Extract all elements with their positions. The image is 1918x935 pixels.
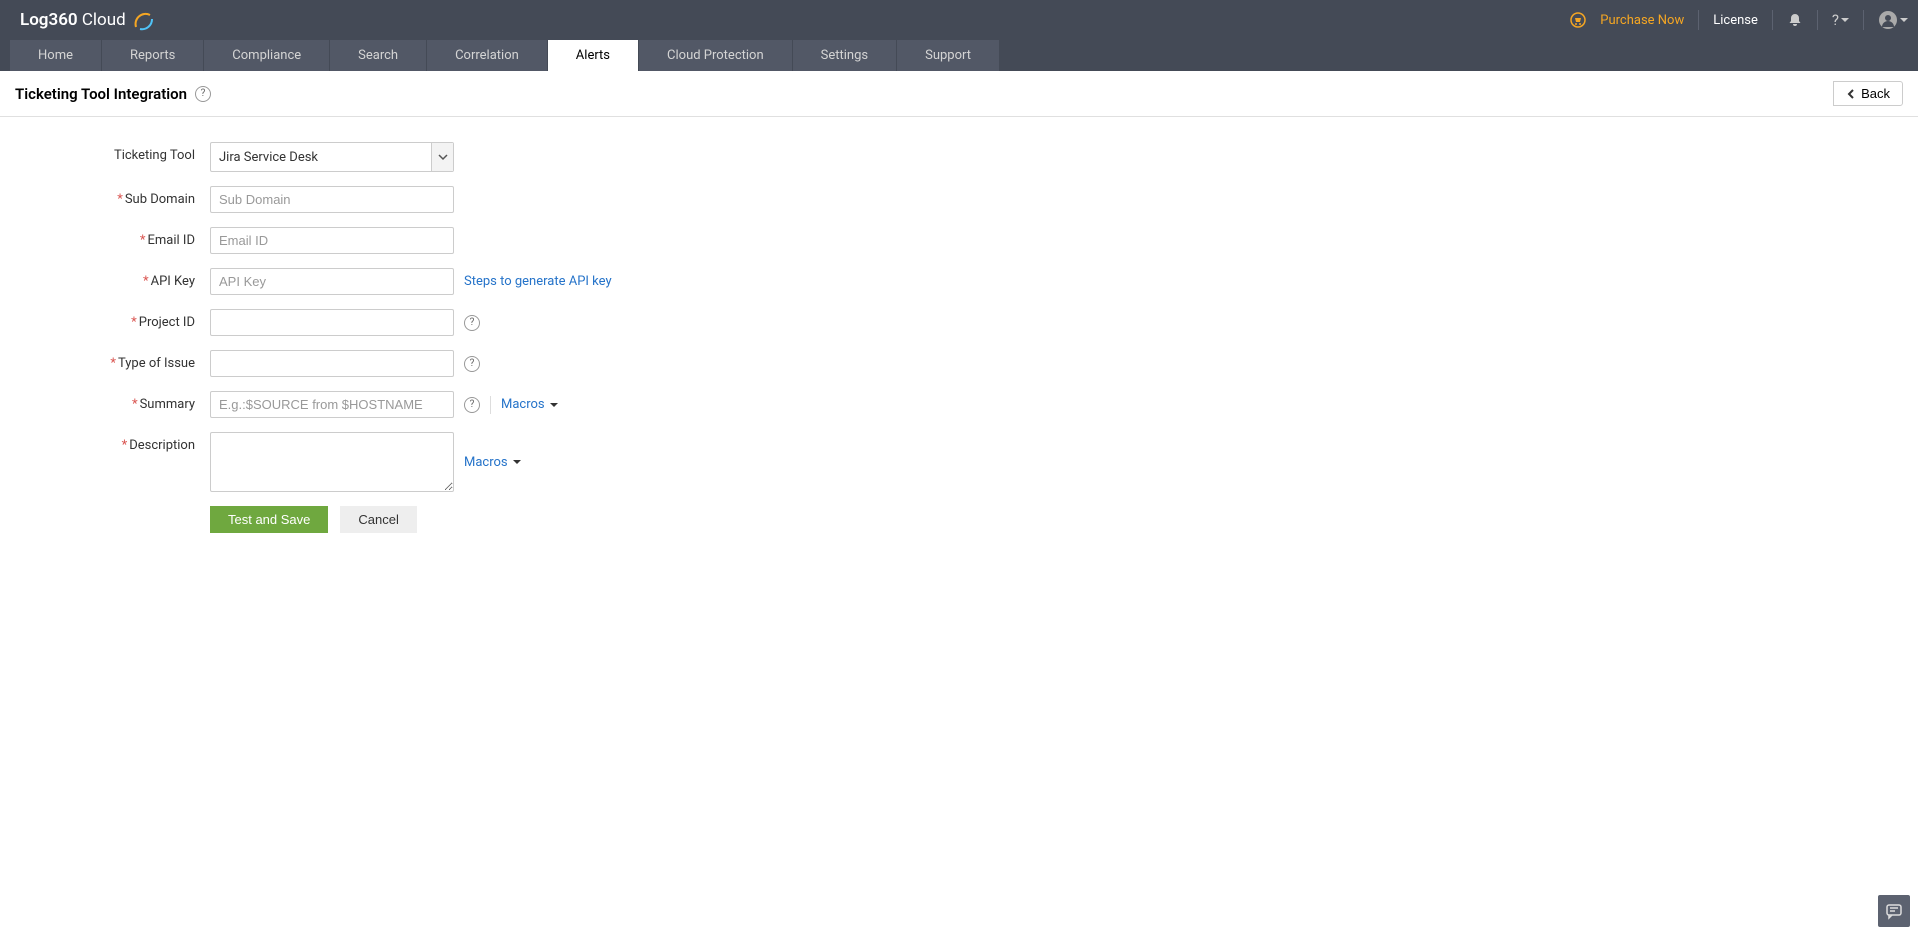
chat-icon xyxy=(1885,902,1903,920)
tab-search[interactable]: Search xyxy=(330,40,426,71)
row-api-key: *API Key Steps to generate API key xyxy=(15,268,1903,295)
back-label: Back xyxy=(1861,86,1890,101)
tab-support[interactable]: Support xyxy=(897,40,999,71)
cancel-button[interactable]: Cancel xyxy=(340,506,416,533)
row-sub-domain: *Sub Domain xyxy=(15,186,1903,213)
api-key-help-link[interactable]: Steps to generate API key xyxy=(464,274,612,289)
help-icon[interactable]: ? xyxy=(464,356,480,372)
macros-link-summary[interactable]: Macros xyxy=(501,397,558,412)
tab-correlation[interactable]: Correlation xyxy=(427,40,547,71)
logo-area: Log360 Cloud xyxy=(20,9,154,31)
label-issue-type: *Type of Issue xyxy=(15,350,210,371)
label-description: *Description xyxy=(15,432,210,453)
header-right: Purchase Now License ? xyxy=(1570,10,1908,30)
label-ticketing-tool: Ticketing Tool xyxy=(15,142,210,163)
label-email: *Email ID xyxy=(15,227,210,248)
back-button[interactable]: Back xyxy=(1833,81,1903,106)
user-menu[interactable] xyxy=(1878,10,1908,30)
help-icon[interactable]: ? xyxy=(195,86,211,102)
label-sub-domain: *Sub Domain xyxy=(15,186,210,207)
divider xyxy=(1863,10,1864,30)
tab-home[interactable]: Home xyxy=(10,40,101,71)
help-icon[interactable]: ? xyxy=(464,315,480,331)
row-description: *Description Macros xyxy=(15,432,1903,492)
help-icon[interactable]: ? xyxy=(464,397,480,413)
api-key-input[interactable] xyxy=(210,268,454,295)
help-menu[interactable]: ? xyxy=(1832,11,1849,29)
purchase-link[interactable]: Purchase Now xyxy=(1600,13,1684,28)
logo-arc-icon xyxy=(132,9,154,31)
test-save-button[interactable]: Test and Save xyxy=(210,506,328,533)
main-nav: Home Reports Compliance Search Correlati… xyxy=(0,40,1918,71)
ticketing-tool-select[interactable]: Jira Service Desk xyxy=(210,142,454,172)
license-link[interactable]: License xyxy=(1713,13,1758,28)
separator xyxy=(490,396,491,414)
project-id-input[interactable] xyxy=(210,309,454,336)
row-ticketing-tool: Ticketing Tool Jira Service Desk xyxy=(15,142,1903,172)
page-header: Ticketing Tool Integration ? Back xyxy=(0,71,1918,117)
row-issue-type: *Type of Issue ? xyxy=(15,350,1903,377)
top-header: Log360 Cloud Purchase Now License ? xyxy=(0,0,1918,40)
chat-button[interactable] xyxy=(1878,895,1910,927)
label-project-id: *Project ID xyxy=(15,309,210,330)
tab-settings[interactable]: Settings xyxy=(793,40,896,71)
form-area: Ticketing Tool Jira Service Desk *Sub Do… xyxy=(0,117,1918,558)
divider xyxy=(1817,10,1818,30)
row-project-id: *Project ID ? xyxy=(15,309,1903,336)
tab-reports[interactable]: Reports xyxy=(102,40,203,71)
logo-text: Log360 Cloud xyxy=(20,10,126,30)
chevron-down-icon xyxy=(431,143,453,171)
page-title-area: Ticketing Tool Integration ? xyxy=(15,85,211,103)
caret-down-icon xyxy=(550,401,558,409)
email-input[interactable] xyxy=(210,227,454,254)
row-email: *Email ID xyxy=(15,227,1903,254)
divider xyxy=(1698,10,1699,30)
bell-icon[interactable] xyxy=(1787,12,1803,28)
select-value: Jira Service Desk xyxy=(211,144,326,171)
tab-compliance[interactable]: Compliance xyxy=(204,40,329,71)
sub-domain-input[interactable] xyxy=(210,186,454,213)
page-title: Ticketing Tool Integration xyxy=(15,85,187,103)
caret-down-icon xyxy=(513,458,521,466)
label-api-key: *API Key xyxy=(15,268,210,289)
macros-link-description[interactable]: Macros xyxy=(464,455,521,470)
tab-cloud-protection[interactable]: Cloud Protection xyxy=(639,40,792,71)
divider xyxy=(1772,10,1773,30)
tab-alerts[interactable]: Alerts xyxy=(548,40,638,71)
chevron-left-icon xyxy=(1846,89,1856,99)
label-summary: *Summary xyxy=(15,391,210,412)
row-summary: *Summary ? Macros xyxy=(15,391,1903,418)
issue-type-input[interactable] xyxy=(210,350,454,377)
summary-input[interactable] xyxy=(210,391,454,418)
cart-icon[interactable] xyxy=(1570,12,1586,28)
description-textarea[interactable] xyxy=(210,432,454,492)
